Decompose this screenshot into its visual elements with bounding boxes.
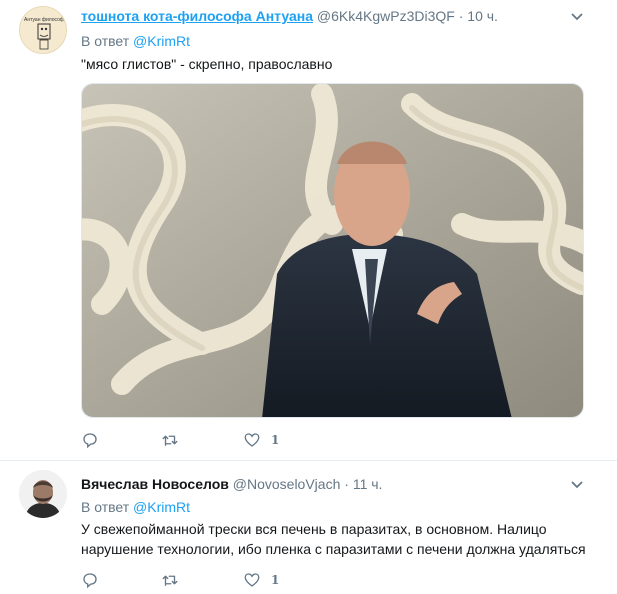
separator-dot: ·	[458, 8, 464, 24]
reply-button[interactable]	[81, 570, 99, 590]
chevron-down-icon[interactable]	[570, 9, 584, 23]
retweet-button[interactable]	[161, 570, 179, 590]
like-count: 1	[271, 433, 280, 447]
reply-mention-link[interactable]: @KrimRt	[133, 33, 190, 49]
reply-context: В ответ @KrimRt	[81, 32, 190, 50]
tweet[interactable]: Антуан философ тошнота кота-философа Ант…	[0, 0, 617, 461]
tweet-actions: 1	[81, 430, 381, 450]
tweet-actions: 1	[81, 570, 381, 590]
reply-prefix: В ответ	[81, 33, 130, 49]
tweet-text: "мясо глистов" - скрепно, православно	[81, 56, 333, 72]
user-handle[interactable]: @6Kk4KgwPz3Di3QF	[317, 8, 455, 24]
tweet-image[interactable]	[81, 83, 584, 418]
like-count: 1	[271, 573, 280, 587]
retweet-icon	[162, 435, 178, 446]
reply-context: В ответ @KrimRt	[81, 498, 190, 516]
reply-icon	[83, 433, 97, 449]
tweet-header: тошнота кота-философа Антуана @6Kk4KgwPz…	[81, 7, 498, 25]
avatar[interactable]	[19, 470, 67, 518]
svg-text:Антуан философ: Антуан философ	[24, 17, 64, 23]
user-handle[interactable]: @NovoseloVjach	[233, 476, 341, 492]
retweet-icon	[162, 575, 178, 586]
heart-icon	[244, 573, 260, 587]
display-name[interactable]: тошнота кота-философа Антуана	[81, 8, 313, 24]
tweet-text: У свежепойманной трески вся печень в пар…	[81, 521, 586, 557]
reply-button[interactable]	[81, 430, 99, 450]
reply-icon	[83, 573, 97, 589]
like-button[interactable]: 1	[243, 570, 279, 590]
avatar[interactable]: Антуан философ	[19, 6, 67, 54]
cat-philosopher-avatar-icon: Антуан философ	[20, 7, 66, 53]
tweet-header: Вячеслав Новоселов @NovoseloVjach · 11 ч…	[81, 475, 382, 493]
chevron-down-icon[interactable]	[570, 477, 584, 491]
like-button[interactable]: 1	[243, 430, 279, 450]
timestamp[interactable]: 11 ч.	[353, 476, 383, 492]
heart-icon	[244, 433, 260, 447]
separator-dot: ·	[344, 476, 349, 492]
display-name[interactable]: Вячеслав Новоселов	[81, 476, 229, 492]
user-photo-icon	[19, 470, 67, 518]
reply-mention-link[interactable]: @KrimRt	[133, 499, 190, 515]
timestamp[interactable]: 10 ч.	[467, 8, 498, 24]
reply-prefix: В ответ	[81, 499, 130, 515]
retweet-button[interactable]	[161, 430, 179, 450]
